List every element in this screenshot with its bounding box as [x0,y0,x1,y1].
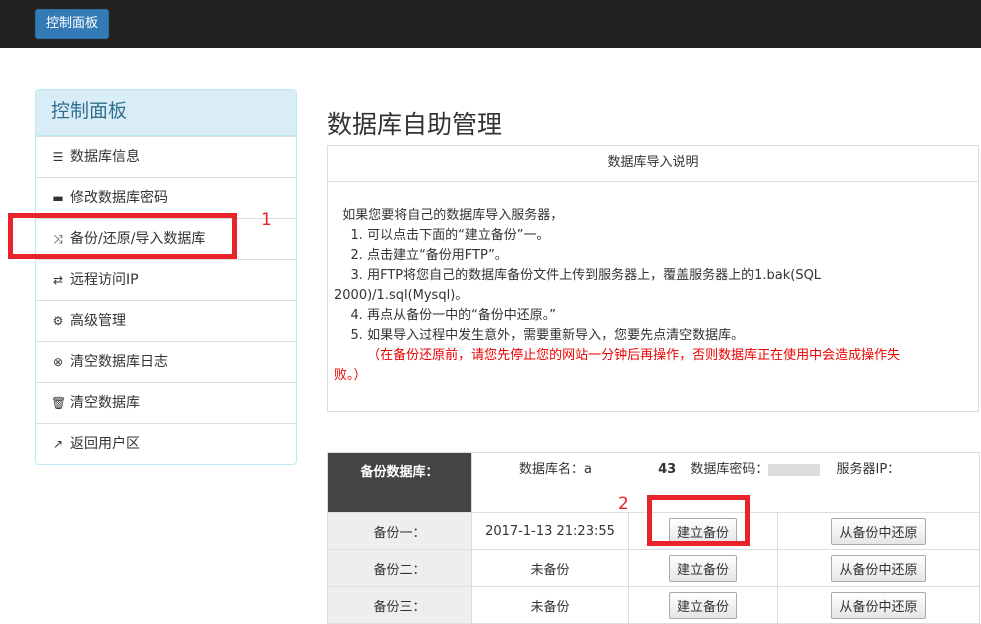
create-cell: 建立备份 [628,549,778,587]
warning-line: （在备份还原前，请您先停止您的网站一分钟后再操作，否则数据库正在使用中会造成操作… [334,348,901,363]
restore-cell: 从备份中还原 [777,586,980,624]
sidebar-item-label: 清空数据库 [70,395,140,411]
instruction-line: 5. 如果导入过程中发生意外，需要重新导入，您要先点清空数据库。 [334,328,745,343]
trash-icon: 🗑 [51,396,67,410]
backup-status: 未备份 [471,549,629,587]
sidebar-item-label: 返回用户区 [70,436,140,452]
top-navbar: 控制面板 [0,0,981,48]
sidebar-item-label: 远程访问IP [70,272,139,288]
instruction-line: 3. 用FTP将您自己的数据库备份文件上传到服务器上，覆盖服务器上的1.bak(… [334,268,822,283]
restore-cell: 从备份中还原 [777,549,980,587]
db-name-label: 数据库名：a [519,462,592,477]
redacted-password [768,463,821,476]
backup-row-label: 备份二： [327,549,472,587]
table-row: 备份二： 未备份 建立备份 从备份中还原 [327,549,980,587]
control-panel-button[interactable]: 控制面板 [35,9,110,39]
sidebar-item-label: 修改数据库密码 [70,190,168,206]
sidebar-item-clear-db[interactable]: 🗑 清空数据库 [36,382,296,423]
highlight-box-menu [8,213,237,259]
backup-row-label: 备份一： [327,512,472,550]
table-row: 备份三： 未备份 建立备份 从备份中还原 [327,586,980,624]
annotation-number-1: 1 [261,210,272,230]
backup-status: 未备份 [471,586,629,624]
transfer-icon: ⇄ [52,273,64,287]
restore-backup-button[interactable]: 从备份中还原 [831,517,926,545]
create-backup-button[interactable]: 建立备份 [668,554,737,582]
import-instructions-box: 数据库导入说明 如果您要将自己的数据库导入服务器， 1. 可以点击下面的“建立备… [327,145,979,412]
highlight-box-create-backup [647,495,750,546]
sidebar-item-db-info[interactable]: ☰ 数据库信息 [36,136,296,177]
restore-cell: 从备份中还原 [777,512,980,550]
annotation-number-2: 2 [618,494,629,514]
share-icon: ↗ [52,437,64,451]
instruction-line: 2000)/1.sql(Mysql)。 [334,288,469,303]
sidebar-item-back-user[interactable]: ↗ 返回用户区 [36,423,296,464]
sidebar-title: 控制面板 [36,90,296,136]
import-instructions-heading: 数据库导入说明 [328,146,978,182]
gear-icon: ⚙ [52,314,64,328]
sidebar-item-label: 数据库信息 [70,149,140,165]
sidebar-item-advanced[interactable]: ⚙ 高级管理 [36,300,296,341]
list-icon: ☰ [52,150,64,164]
sidebar-item-label: 清空数据库日志 [70,354,168,370]
restore-backup-button[interactable]: 从备份中还原 [831,554,926,582]
remove-circle-icon: ⊗ [52,355,64,369]
instruction-line: 如果您要将自己的数据库导入服务器， [334,208,564,223]
sidebar-panel: 控制面板 ☰ 数据库信息 ▬ 修改数据库密码 ⤨ 备份/还原/导入数据库 ⇄ 远… [35,89,297,465]
drive-icon: ▬ [52,191,64,205]
backup-row-label: 备份三： [327,586,472,624]
page-title: 数据库自助管理 [327,110,503,139]
instruction-line: 1. 可以点击下面的“建立备份”一。 [334,228,550,243]
backup-db-label: 备份数据库： [327,452,472,513]
restore-backup-button[interactable]: 从备份中还原 [831,591,926,619]
backup-status: 2017-1-13 21:23:55 [471,512,629,550]
sidebar-item-remote-ip[interactable]: ⇄ 远程访问IP [36,259,296,300]
instruction-line: 2. 点击建立“备份用FTP”。 [334,248,508,263]
server-ip-label: 服务器IP： [836,462,901,477]
sidebar-item-label: 高级管理 [70,313,126,329]
db-name-suffix: 43 [658,462,677,477]
create-backup-button[interactable]: 建立备份 [668,591,737,619]
instruction-line: 4. 再点从备份一中的“备份中还原。” [334,308,557,323]
warning-line: 败。） [334,368,367,383]
sidebar-item-clear-log[interactable]: ⊗ 清空数据库日志 [36,341,296,382]
create-cell: 建立备份 [628,586,778,624]
sidebar-item-change-password[interactable]: ▬ 修改数据库密码 [36,177,296,218]
db-password-label: 数据库密码： [690,462,769,477]
